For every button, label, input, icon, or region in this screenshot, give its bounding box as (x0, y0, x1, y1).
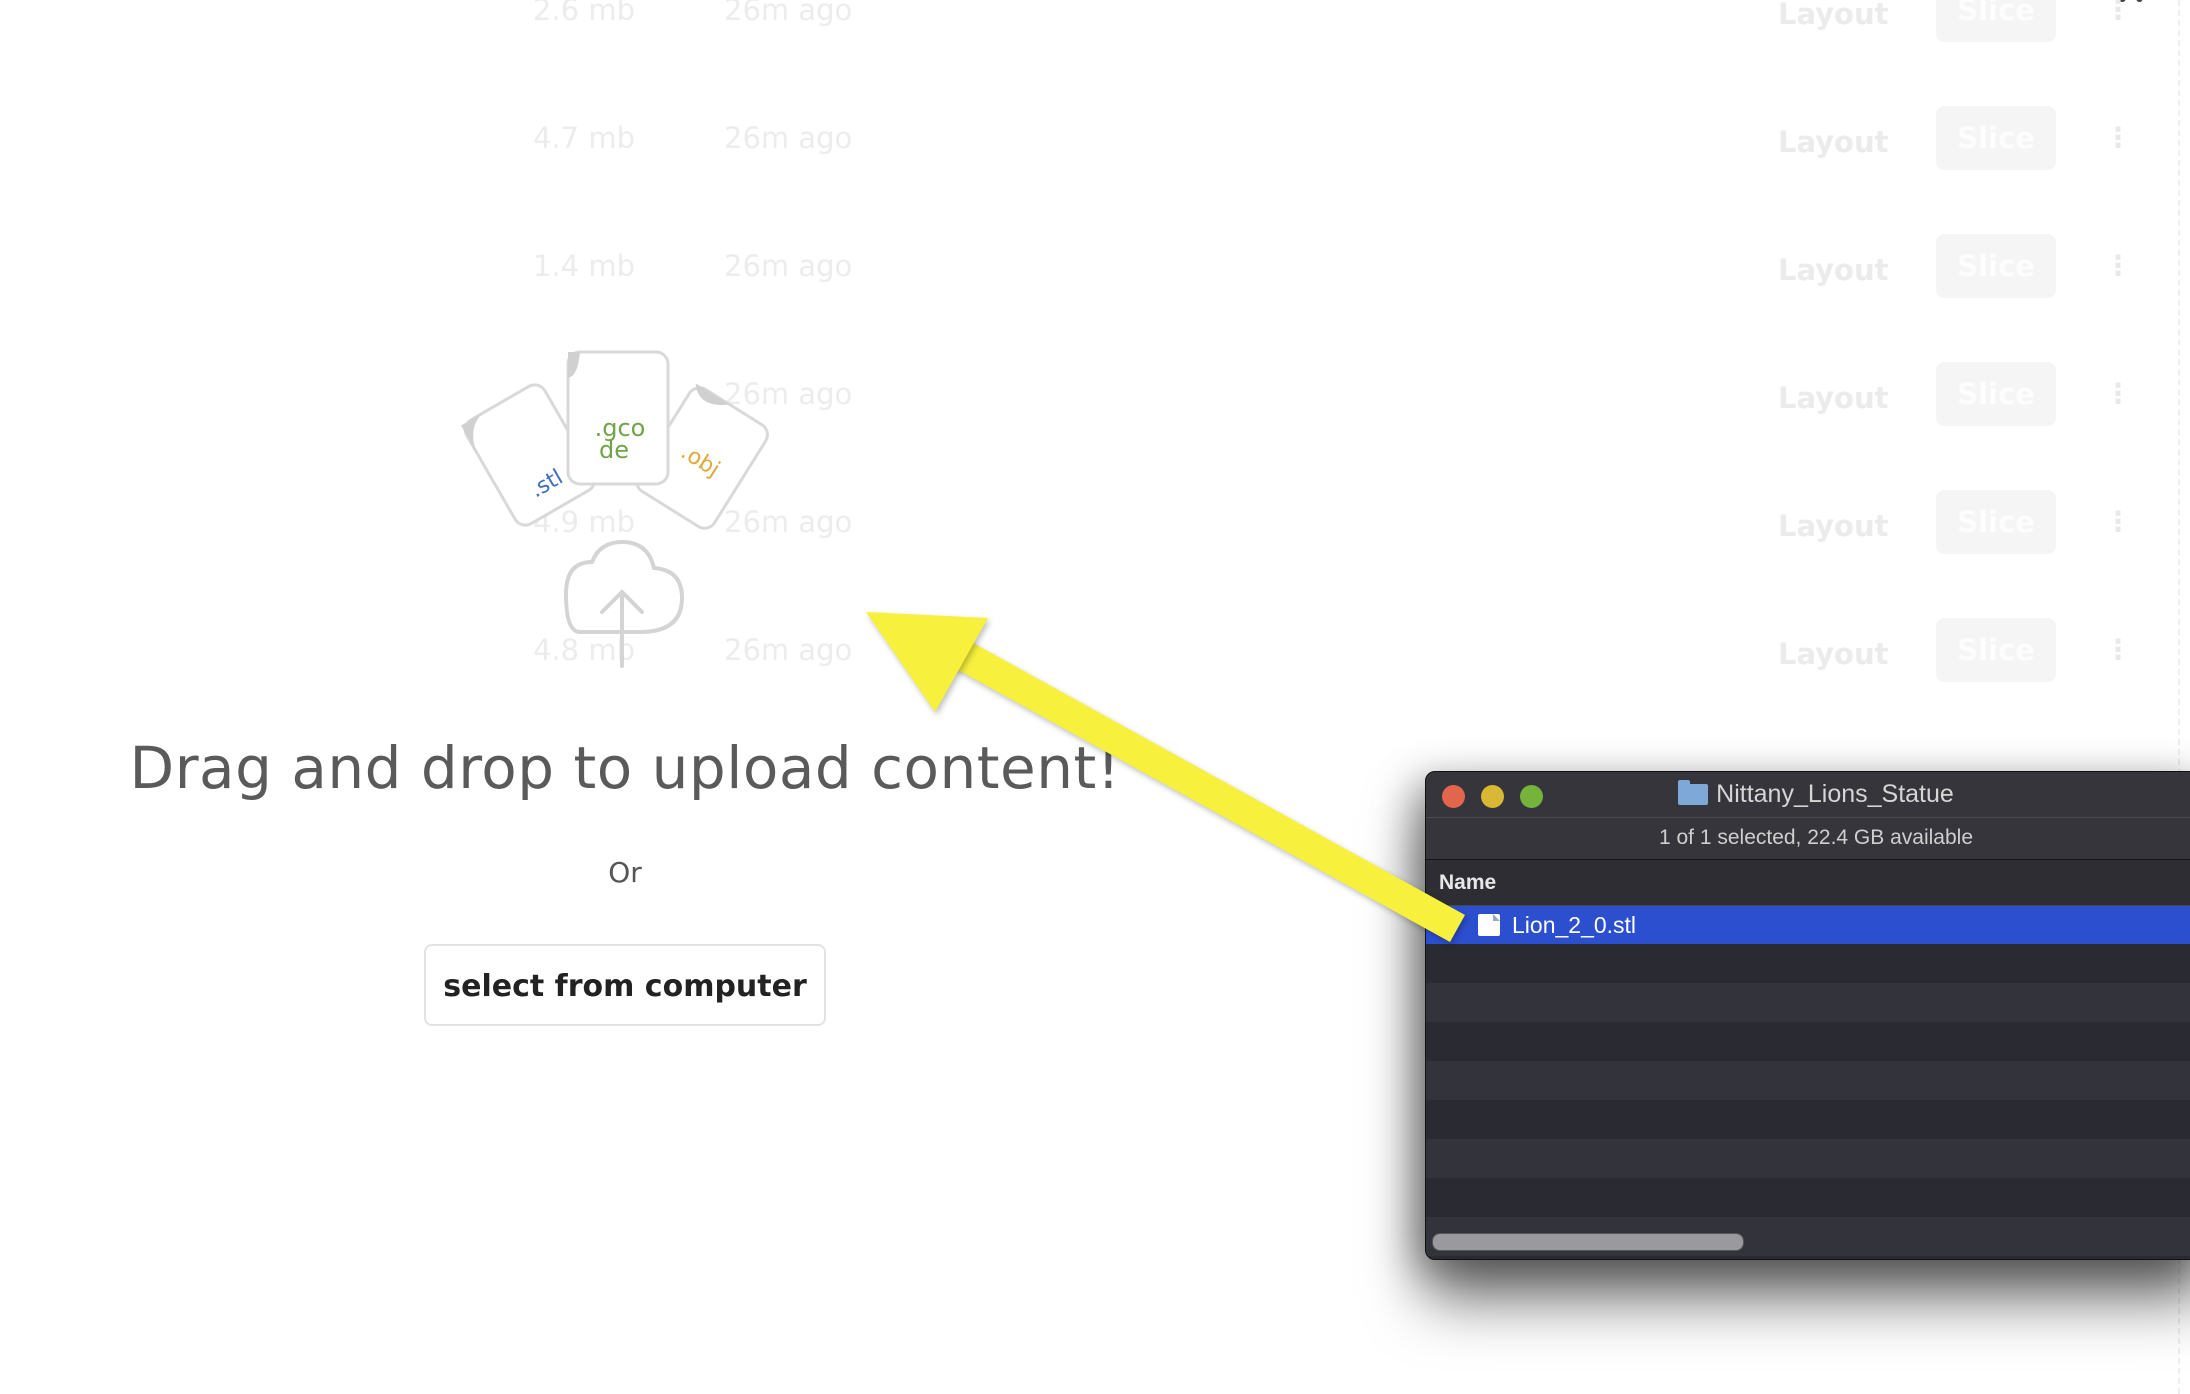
finder-window[interactable]: Nittany_Lions_Statue 1 of 1 selected, 22… (1425, 771, 2190, 1260)
or-separator: Or (608, 856, 642, 889)
list-item: 2.6 mb 26m ago Layout Slice ⋮ (0, 0, 2180, 72)
more-icon[interactable]: ⋮ (2104, 632, 2132, 668)
layout-link[interactable]: Layout (1778, 124, 1889, 160)
file-time: 26m ago (724, 249, 853, 283)
slice-button[interactable]: Slice (1936, 234, 2056, 298)
empty-row (1426, 1178, 2190, 1217)
more-icon[interactable]: ⋮ (2104, 248, 2132, 284)
empty-row (1426, 1139, 2190, 1178)
finder-titlebar[interactable]: Nittany_Lions_Statue (1426, 772, 2190, 817)
list-item: 26m ago Layout Slice ⋮ (0, 362, 2180, 456)
more-icon[interactable]: ⋮ (2104, 504, 2132, 540)
gcode-file-icon: .gco de (566, 350, 670, 486)
gcode-label-bottom: de (599, 436, 629, 464)
file-size: 4.7 mb (533, 121, 635, 155)
layout-link[interactable]: Layout (1778, 252, 1889, 288)
cloud-upload-icon (563, 539, 685, 668)
select-from-computer-button[interactable]: select from computer (424, 944, 826, 1026)
slice-button[interactable]: Slice (1936, 490, 2056, 554)
empty-row (1426, 1022, 2190, 1061)
file-name: Lion_2_0.stl (1512, 912, 1637, 938)
layout-link[interactable]: Layout (1778, 0, 1889, 32)
upload-headline: Drag and drop to upload content! (129, 734, 1121, 802)
more-icon[interactable]: ⋮ (2104, 376, 2132, 412)
layout-link[interactable]: Layout (1778, 636, 1889, 672)
slice-button[interactable]: Slice (1936, 362, 2056, 426)
upload-illustration: .stl .obj .gco de (461, 350, 769, 668)
empty-row (1426, 1061, 2190, 1100)
empty-row (1426, 983, 2190, 1022)
stl-document-icon (1478, 914, 1500, 936)
folder-icon (1678, 780, 1709, 805)
file-time: 26m ago (724, 0, 853, 27)
file-row[interactable]: Lion_2_0.stl (1426, 906, 2190, 944)
more-icon[interactable]: ⋮ (2104, 0, 2132, 28)
list-item: 4.8 mb 26m ago Layout Slice ⋮ (0, 618, 2180, 712)
layout-link[interactable]: Layout (1778, 380, 1889, 416)
window-title-text: Nittany_Lions_Statue (1716, 780, 1954, 808)
file-time: 26m ago (724, 121, 853, 155)
list-item: 4.7 mb 26m ago Layout Slice ⋮ (0, 106, 2180, 200)
slice-button[interactable]: Slice (1936, 618, 2056, 682)
file-size: 1.4 mb (533, 249, 635, 283)
more-icon[interactable]: ⋮ (2104, 120, 2132, 156)
slice-button[interactable]: Slice (1936, 0, 2056, 42)
slice-button[interactable]: Slice (1936, 106, 2056, 170)
list-item: 1.4 mb 26m ago Layout Slice ⋮ (0, 234, 2180, 328)
empty-row (1426, 944, 2190, 983)
horizontal-scrollbar[interactable] (1432, 1233, 1744, 1251)
layout-link[interactable]: Layout (1778, 508, 1889, 544)
empty-row (1426, 1100, 2190, 1139)
file-size: 2.6 mb (533, 0, 635, 27)
window-title: Nittany_Lions_Statue (1426, 780, 2190, 809)
list-item: 4.9 mb 26m ago Layout Slice ⋮ (0, 490, 2180, 584)
file-list: 2.6 mb 26m ago Layout Slice ⋮ 4.7 mb 26m… (0, 0, 2180, 720)
finder-status: 1 of 1 selected, 22.4 GB available (1426, 817, 2190, 860)
column-header-name[interactable]: Name (1426, 860, 2190, 906)
